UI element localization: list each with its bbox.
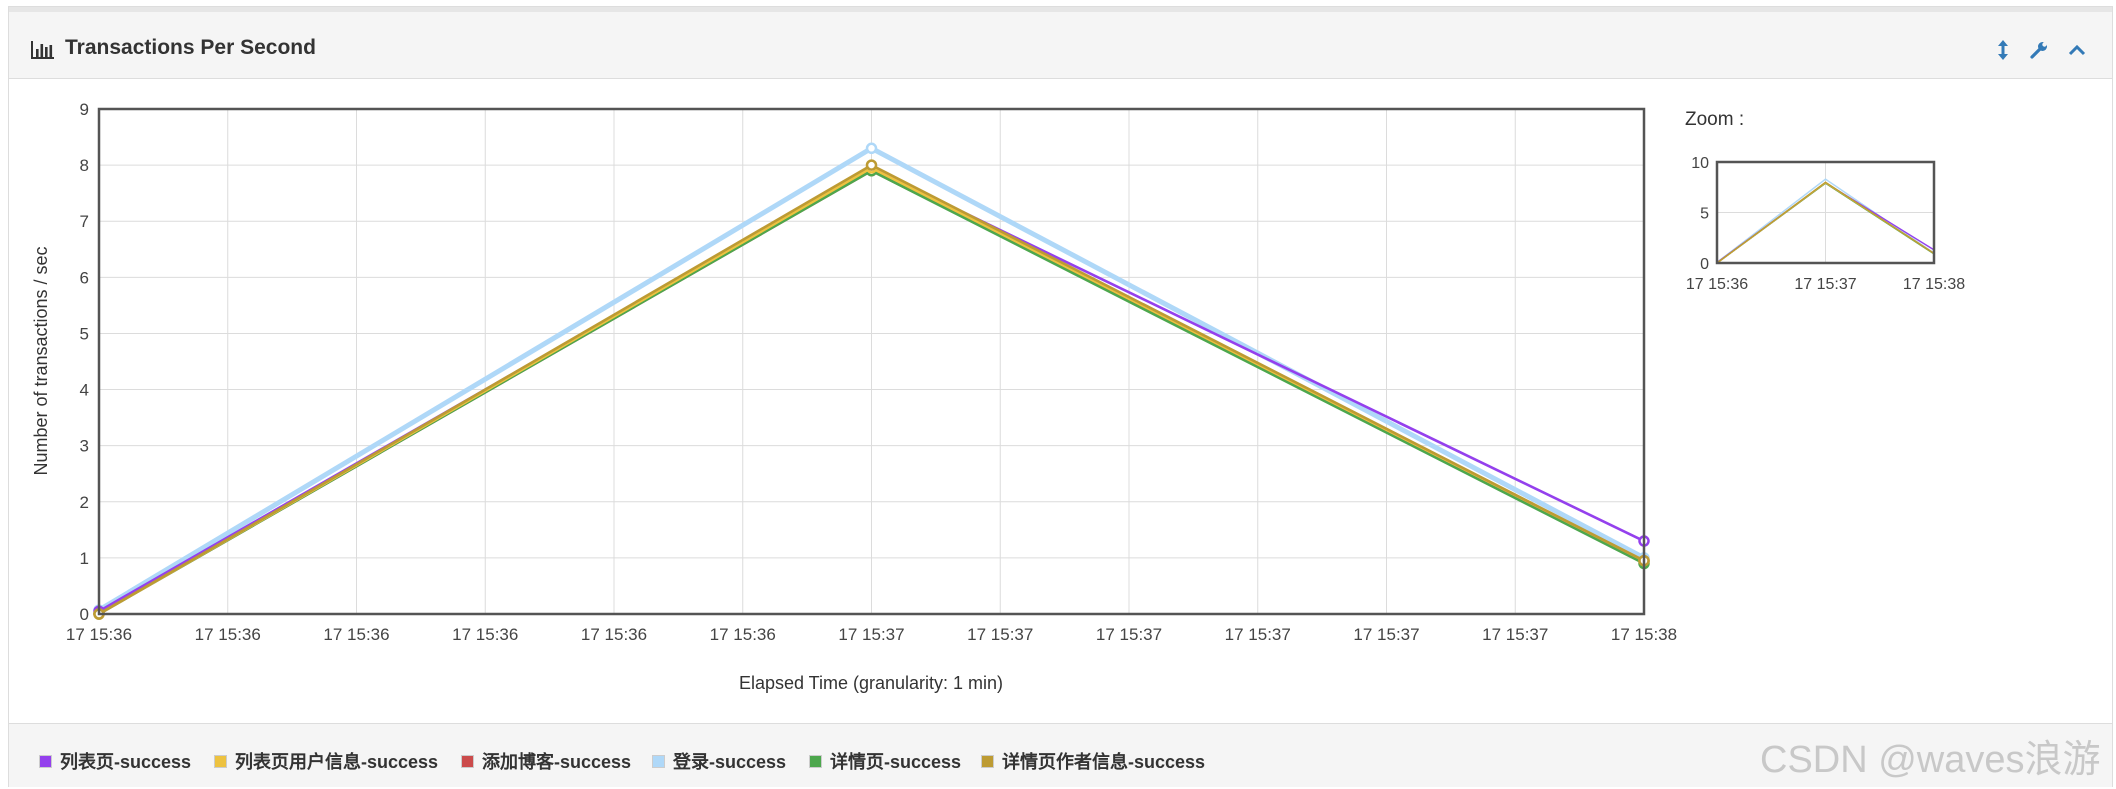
legend-label: 添加博客-success <box>482 752 632 772</box>
legend-item[interactable]: 列表页-success <box>39 748 191 774</box>
legend-swatch <box>214 754 227 768</box>
y-tick-label: 2 <box>80 493 89 512</box>
chart-area: 0 1 2 3 4 5 6 7 8 9 17 15:36 17 15:36 17 15:36 17 15… <box>9 79 2112 729</box>
watermark: CSDN @waves浪游 <box>1760 739 2101 781</box>
y-tick-label: 5 <box>80 324 89 343</box>
panel-title: Transactions Per Second <box>65 36 316 59</box>
y-tick-label: 1 <box>80 549 89 568</box>
legend-swatch <box>981 754 994 768</box>
legend-label: 详情页-success <box>830 752 962 772</box>
legend-swatch <box>461 754 474 768</box>
legend-item[interactable]: 登录-success <box>652 748 786 774</box>
legend-swatch <box>652 754 665 768</box>
zoom-y-tick-label: 0 <box>1700 256 1709 273</box>
series-point[interactable] <box>865 159 878 171</box>
wrench-icon[interactable] <box>2025 36 2053 64</box>
y-tick-label: 4 <box>80 381 89 400</box>
legend-item[interactable]: 列表页用户信息-success <box>214 748 438 774</box>
legend-swatch <box>809 754 822 768</box>
zoom-label: Zoom : <box>1685 109 1744 130</box>
x-tick-label: 17 15:37 <box>1225 625 1291 644</box>
x-tick-label: 17 15:36 <box>195 625 261 644</box>
x-tick-label: 17 15:37 <box>838 625 904 644</box>
legend-label: 列表页-success <box>60 752 192 772</box>
x-tick-label: 17 15:36 <box>66 625 132 644</box>
x-tick-label: 17 15:37 <box>1482 625 1548 644</box>
y-tick-label: 9 <box>80 100 89 119</box>
chevron-up-icon[interactable] <box>2063 36 2091 64</box>
x-tick-label: 17 15:37 <box>967 625 1033 644</box>
tps-panel: Transactions Per Second 0 1 2 3 4 5 6 7 8 9 17 15… <box>8 6 2113 787</box>
y-axis-label: Number of transactions / sec <box>31 246 51 475</box>
legend-item[interactable]: 详情页作者信息-success <box>981 748 1205 774</box>
legend-item[interactable]: 详情页-success <box>809 748 961 774</box>
zoom-y-tick-label: 5 <box>1700 206 1709 223</box>
x-axis-label: Elapsed Time (granularity: 1 min) <box>739 673 1003 693</box>
legend-item[interactable]: 添加博客-success <box>461 748 631 774</box>
legend-label: 详情页作者信息-success <box>1002 752 1206 772</box>
bar-chart-icon <box>31 40 55 60</box>
y-tick-label: 7 <box>80 212 89 231</box>
series-point[interactable] <box>865 142 878 155</box>
main-chart-svg[interactable]: 0 1 2 3 4 5 6 7 8 9 17 15:36 17 15:36 17 15:36 17 15… <box>9 79 2109 729</box>
panel-header: Transactions Per Second <box>9 12 2112 79</box>
x-tick-label: 17 15:37 <box>1353 625 1419 644</box>
x-tick-label: 17 15:36 <box>452 625 518 644</box>
y-tick-label: 8 <box>80 156 89 175</box>
y-tick-label: 0 <box>80 605 89 624</box>
y-tick-label: 6 <box>80 268 89 287</box>
x-tick-label: 17 15:36 <box>323 625 389 644</box>
legend-swatch <box>39 754 52 768</box>
x-tick-label: 17 15:37 <box>1096 625 1162 644</box>
zoom-x-tick-label: 17 15:36 <box>1686 276 1748 293</box>
legend-label: 登录-success <box>673 752 787 772</box>
x-tick-label: 17 15:36 <box>710 625 776 644</box>
x-tick-label: 17 15:38 <box>1611 625 1677 644</box>
resize-icon[interactable] <box>1989 36 2017 64</box>
zoom-y-tick-label: 10 <box>1691 155 1709 172</box>
legend-label: 列表页用户信息-success <box>235 752 439 772</box>
zoom-x-tick-label: 17 15:38 <box>1903 276 1965 293</box>
y-tick-label: 3 <box>80 437 89 456</box>
x-tick-label: 17 15:36 <box>581 625 647 644</box>
zoom-x-tick-label: 17 15:37 <box>1794 276 1856 293</box>
